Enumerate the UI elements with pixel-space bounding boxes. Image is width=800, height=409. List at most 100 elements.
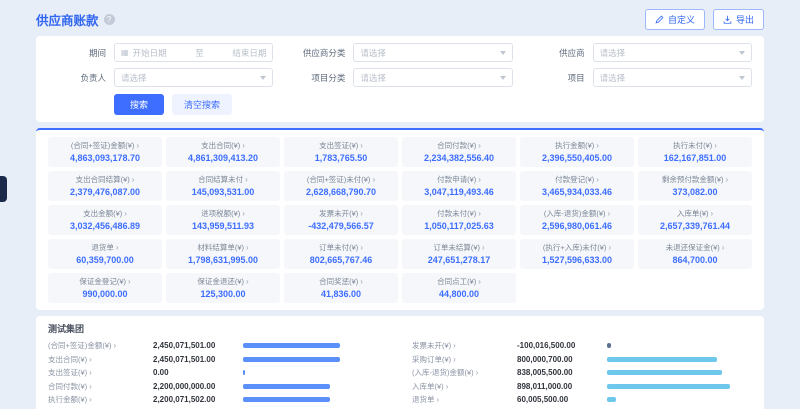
metric-row[interactable]: 退货单 60,005,500.00 (412, 393, 752, 407)
metric-row[interactable]: 支出签证(¥) 0.00 (48, 366, 388, 380)
stat-card[interactable]: 执行未付(¥) 162,167,851.00 (638, 137, 752, 167)
bar-track (243, 370, 388, 375)
stat-card[interactable]: (合同+签证)未付(¥) 2,628,668,790.70 (284, 171, 398, 201)
metric-bar (243, 384, 330, 389)
stat-card[interactable]: 材料结算单(¥) 1,798,631,995.00 (166, 239, 280, 269)
stat-value: 864,700.00 (642, 255, 748, 265)
stat-card[interactable]: 付款申请(¥) 3,047,119,493.46 (402, 171, 516, 201)
metric-row[interactable]: 合同付款(¥) 2,200,000,000.00 (48, 380, 388, 394)
supplier-select[interactable]: 请选择 (593, 43, 752, 62)
stat-label: (合同+签证)未付(¥) (288, 174, 394, 185)
metric-value: -100,016,500.00 (517, 341, 607, 350)
stat-card[interactable]: 保证金退还(¥) 125,300.00 (166, 273, 280, 303)
period-label: 期间 (48, 47, 106, 59)
stat-card[interactable]: 订单未付(¥) 802,665,767.46 (284, 239, 398, 269)
stat-label: 入库单(¥) (642, 208, 748, 219)
stat-card[interactable]: 合同付款(¥) 2,234,382,556.40 (402, 137, 516, 167)
metric-row[interactable]: (入库-退货)金额(¥) 838,005,500.00 (412, 366, 752, 380)
stat-card[interactable]: 支出合同结算(¥) 2,379,476,087.00 (48, 171, 162, 201)
stat-card[interactable]: 合同奖惩(¥) 41,836.00 (284, 273, 398, 303)
stat-card[interactable]: 支出合同(¥) 4,861,309,413.20 (166, 137, 280, 167)
chevron-right-icon (242, 141, 245, 150)
metric-bar (607, 357, 717, 362)
chevron-right-icon (714, 141, 717, 150)
stat-card[interactable]: 入库单(¥) 2,657,339,761.44 (638, 205, 752, 235)
supplier-field: 供应商 请选择 (527, 43, 752, 62)
chevron-right-icon (722, 243, 725, 252)
stat-label: 保证金登记(¥) (52, 276, 158, 287)
stat-card[interactable]: (合同+签证)金额(¥) 4,863,093,178.70 (48, 137, 162, 167)
stat-card[interactable]: 保证金登记(¥) 990,000.00 (48, 273, 162, 303)
project-category-select[interactable]: 请选择 (353, 68, 512, 87)
stat-card[interactable]: 付款未付(¥) 1,050,117,025.63 (402, 205, 516, 235)
stat-value: 162,167,851.00 (642, 153, 748, 163)
stat-value: 125,300.00 (170, 289, 276, 299)
metric-label: (入库-退货)金额(¥) (412, 367, 517, 378)
project-select[interactable]: 请选择 (593, 68, 752, 87)
group-title: 测试集团 (48, 322, 752, 335)
stat-label: 付款未付(¥) (406, 208, 512, 219)
filter-panel: 期间 ▦ 开始日期 至 结束日期 供应商分类 请选择 供应商 请选择 (36, 36, 764, 122)
select-placeholder: 请选择 (360, 47, 495, 59)
stat-value: 4,861,309,413.20 (170, 153, 276, 163)
clear-search-button[interactable]: 清空搜索 (172, 94, 232, 115)
owner-select[interactable]: 请选择 (114, 68, 273, 87)
stat-value: 247,651,278.17 (406, 255, 512, 265)
metric-row[interactable]: 执行金额(¥) 2,200,071,502.00 (48, 393, 388, 407)
metric-row[interactable]: 采购订单(¥) 800,000,700.00 (412, 353, 752, 367)
stat-card[interactable]: 付款登记(¥) 3,465,934,033.46 (520, 171, 634, 201)
stat-card[interactable]: 剩余预付款金额(¥) 373,082.00 (638, 171, 752, 201)
stat-label: (入库-退货)金额(¥) (524, 208, 630, 219)
stat-card[interactable]: 支出金额(¥) 3,032,456,486.89 (48, 205, 162, 235)
stat-card[interactable]: 退货单 60,359,700.00 (48, 239, 162, 269)
chevron-right-icon (360, 141, 363, 150)
stat-card[interactable]: 订单未结算(¥) 247,651,278.17 (402, 239, 516, 269)
chevron-right-icon (372, 175, 375, 184)
metric-bar (243, 370, 245, 375)
metric-label: (合同+签证)金额(¥) (48, 340, 153, 351)
metric-label: 支出签证(¥) (48, 367, 153, 378)
stat-label: 合同付款(¥) (406, 140, 512, 151)
help-icon[interactable]: ? (104, 14, 115, 25)
metric-row[interactable]: 支出合同(¥) 2,450,071,501.00 (48, 353, 388, 367)
project-category-label: 项目分类 (287, 72, 345, 84)
customize-button[interactable]: 自定义 (645, 9, 705, 30)
stat-value: 2,379,476,087.00 (52, 187, 158, 197)
date-range-input[interactable]: ▦ 开始日期 至 结束日期 (114, 43, 273, 62)
drawer-handle[interactable] (0, 176, 7, 202)
metric-row[interactable]: 入库单(¥) 898,011,000.00 (412, 380, 752, 394)
stat-card[interactable]: 发票未开(¥) -432,479,566.57 (284, 205, 398, 235)
stat-card[interactable]: 进项税额(¥) 143,959,511.93 (166, 205, 280, 235)
metrics-column-right: 发票未开(¥) -100,016,500.00 采购订单(¥) 800,000,… (412, 339, 752, 409)
stat-label: 订单未付(¥) (288, 242, 394, 253)
stat-card[interactable]: (入库-退货)金额(¥) 2,596,980,061.46 (520, 205, 634, 235)
stat-label: 合同点工(¥) (406, 276, 512, 287)
bar-track (243, 384, 388, 389)
stat-card[interactable]: 未退还保证金(¥) 864,700.00 (638, 239, 752, 269)
stat-value: 41,836.00 (288, 289, 394, 299)
supplier-category-select[interactable]: 请选择 (353, 43, 512, 62)
chevron-right-icon (446, 382, 449, 391)
stat-card[interactable]: 合同点工(¥) 44,800.00 (402, 273, 516, 303)
stat-label: (合同+签证)金额(¥) (52, 140, 158, 151)
metric-row[interactable]: 发票未开(¥) -100,016,500.00 (412, 339, 752, 353)
metric-row[interactable]: (合同+签证)金额(¥) 2,450,071,501.00 (48, 339, 388, 353)
stat-card[interactable]: 支出签证(¥) 1,783,765.50 (284, 137, 398, 167)
chevron-right-icon (132, 175, 135, 184)
stat-label: 未退还保证金(¥) (642, 242, 748, 253)
stat-value: 2,628,668,790.70 (288, 187, 394, 197)
end-date-placeholder: 结束日期 (208, 47, 267, 59)
stat-card[interactable]: (执行+入库)未付(¥) 1,527,596,633.00 (520, 239, 634, 269)
stat-label: 执行金额(¥) (524, 140, 630, 151)
export-button[interactable]: 导出 (713, 9, 764, 30)
metric-value: 60,005,500.00 (517, 395, 607, 404)
stat-label: 进项税额(¥) (170, 208, 276, 219)
edit-icon (655, 15, 664, 24)
stat-card[interactable]: 执行金额(¥) 2,396,550,405.00 (520, 137, 634, 167)
stat-value: 3,032,456,486.89 (52, 221, 158, 231)
stat-card[interactable]: 合同结算未付 145,093,531.00 (166, 171, 280, 201)
stat-value: 4,863,093,178.70 (52, 153, 158, 163)
calendar-icon: ▦ (121, 48, 129, 57)
stat-value: 2,596,980,061.46 (524, 221, 630, 231)
search-button[interactable]: 搜索 (114, 94, 164, 115)
